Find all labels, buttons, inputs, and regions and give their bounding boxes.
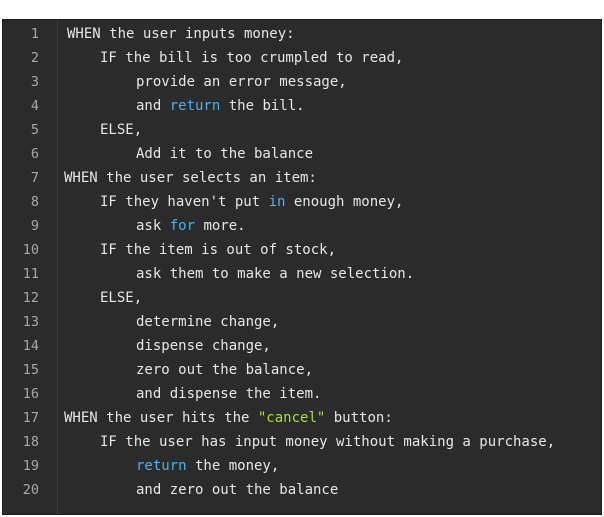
text-token: more. (195, 218, 246, 234)
code-text: WHEN the user selects an item: (64, 166, 317, 190)
code-text: and dispense the item. (136, 382, 321, 406)
code-line[interactable]: 18 IF the user has input money without ma… (3, 430, 601, 454)
text-token: determine change, (136, 314, 280, 330)
text-token: zero out the balance, (136, 362, 314, 378)
code-line[interactable]: 19 return the money, (3, 454, 601, 478)
text-token: IF the bill is too crumpled to read, (100, 50, 404, 66)
text-token: and dispense the item. (136, 386, 322, 402)
code-line[interactable]: 5 ELSE, (3, 118, 601, 142)
line-number: 7 (30, 170, 39, 186)
text-token: ELSE, (100, 290, 143, 306)
code-line[interactable]: 4 and return the bill. (3, 94, 601, 118)
code-text: and zero out the balance (136, 478, 338, 502)
text-token: IF the user has input money without maki… (100, 434, 556, 450)
line-number: 18 (22, 434, 39, 450)
line-number: 2 (30, 50, 39, 66)
text-token: button: (325, 410, 393, 426)
code-text: IF the user has input money without maki… (100, 430, 555, 454)
code-text: provide an error message, (136, 70, 347, 94)
text-token: IF they haven't put (100, 194, 269, 210)
text-token: IF the item is out of stock, (100, 242, 337, 258)
text-token: the money, (186, 458, 280, 474)
code-text: determine change, (136, 310, 279, 334)
code-text: zero out the balance, (136, 358, 313, 382)
text-token: enough money, (285, 194, 404, 210)
line-number: 19 (22, 458, 39, 474)
text-token: the bill. (220, 98, 305, 114)
line-number: 4 (30, 98, 39, 114)
code-line[interactable]: 7 WHEN the user selects an item: (3, 166, 601, 190)
string-token: "cancel" (257, 410, 326, 426)
line-number: 12 (22, 290, 39, 306)
code-lines: 1 WHEN the user inputs money: 2 IF the bill… (3, 22, 601, 502)
code-text: ELSE, (100, 118, 142, 142)
code-text: IF the bill is too crumpled to read, (100, 46, 403, 70)
code-line[interactable]: 12 ELSE, (3, 286, 601, 310)
keyword-token: return (136, 458, 187, 474)
line-number: 11 (22, 266, 39, 282)
code-text: ask for more. (136, 214, 246, 238)
line-number: 14 (22, 338, 39, 354)
code-line[interactable]: 15 zero out the balance, (3, 358, 601, 382)
text-token: WHEN the user inputs money: (67, 26, 295, 42)
keyword-token: for (169, 218, 196, 234)
keyword-token: in (268, 194, 286, 210)
code-line[interactable]: 8 IF they haven't put in enough money, (3, 190, 601, 214)
line-number: 5 (30, 122, 39, 138)
code-line[interactable]: 11 ask them to make a new selection. (3, 262, 601, 286)
code-line[interactable]: 6 Add it to the balance (3, 142, 601, 166)
code-text: and return the bill. (136, 94, 305, 118)
line-number: 6 (30, 146, 39, 162)
text-token: dispense change, (136, 338, 271, 354)
text-token: provide an error message, (136, 74, 347, 90)
line-number: 16 (22, 386, 39, 402)
code-line[interactable]: 9 ask for more. (3, 214, 601, 238)
text-token: Add it to the balance (136, 146, 314, 162)
code-line[interactable]: 10 IF the item is out of stock, (3, 238, 601, 262)
code-line[interactable]: 14 dispense change, (3, 334, 601, 358)
text-token: WHEN the user selects an item: (64, 170, 317, 186)
code-line[interactable]: 16 and dispense the item. (3, 382, 601, 406)
line-number: 1 (30, 26, 39, 42)
text-token: and (136, 98, 170, 114)
code-text: dispense change, (136, 334, 271, 358)
line-number: 9 (30, 218, 39, 234)
line-number: 17 (22, 410, 39, 426)
code-text: return the money, (136, 454, 279, 478)
line-number: 13 (22, 314, 39, 330)
code-line[interactable]: 2 IF the bill is too crumpled to read, (3, 46, 601, 70)
line-number: 20 (22, 482, 39, 498)
code-line[interactable]: 13 determine change, (3, 310, 601, 334)
text-token: ask (136, 218, 170, 234)
code-text: ELSE, (100, 286, 142, 310)
code-editor[interactable]: 1 WHEN the user inputs money: 2 IF the bill… (2, 19, 602, 515)
line-number: 8 (30, 194, 39, 210)
code-text: WHEN the user inputs money: (67, 22, 295, 46)
text-token: ask them to make a new selection. (136, 266, 415, 282)
code-text: Add it to the balance (136, 142, 313, 166)
code-line[interactable]: 17 WHEN the user hits the "cancel" button… (3, 406, 601, 430)
text-token: and zero out the balance (136, 482, 339, 498)
line-number: 15 (22, 362, 39, 378)
text-token: ELSE, (100, 122, 143, 138)
code-line[interactable]: 20 and zero out the balance (3, 478, 601, 502)
line-number: 3 (30, 74, 39, 90)
code-text: ask them to make a new selection. (136, 262, 414, 286)
code-line[interactable]: 3 provide an error message, (3, 70, 601, 94)
keyword-token: return (169, 98, 221, 114)
code-text: IF the item is out of stock, (100, 238, 336, 262)
text-token: WHEN the user hits the (64, 410, 258, 426)
code-line[interactable]: 1 WHEN the user inputs money: (3, 22, 601, 46)
code-text: WHEN the user hits the "cancel" button: (64, 406, 393, 430)
line-number: 10 (22, 242, 39, 258)
code-text: IF they haven't put in enough money, (100, 190, 403, 214)
